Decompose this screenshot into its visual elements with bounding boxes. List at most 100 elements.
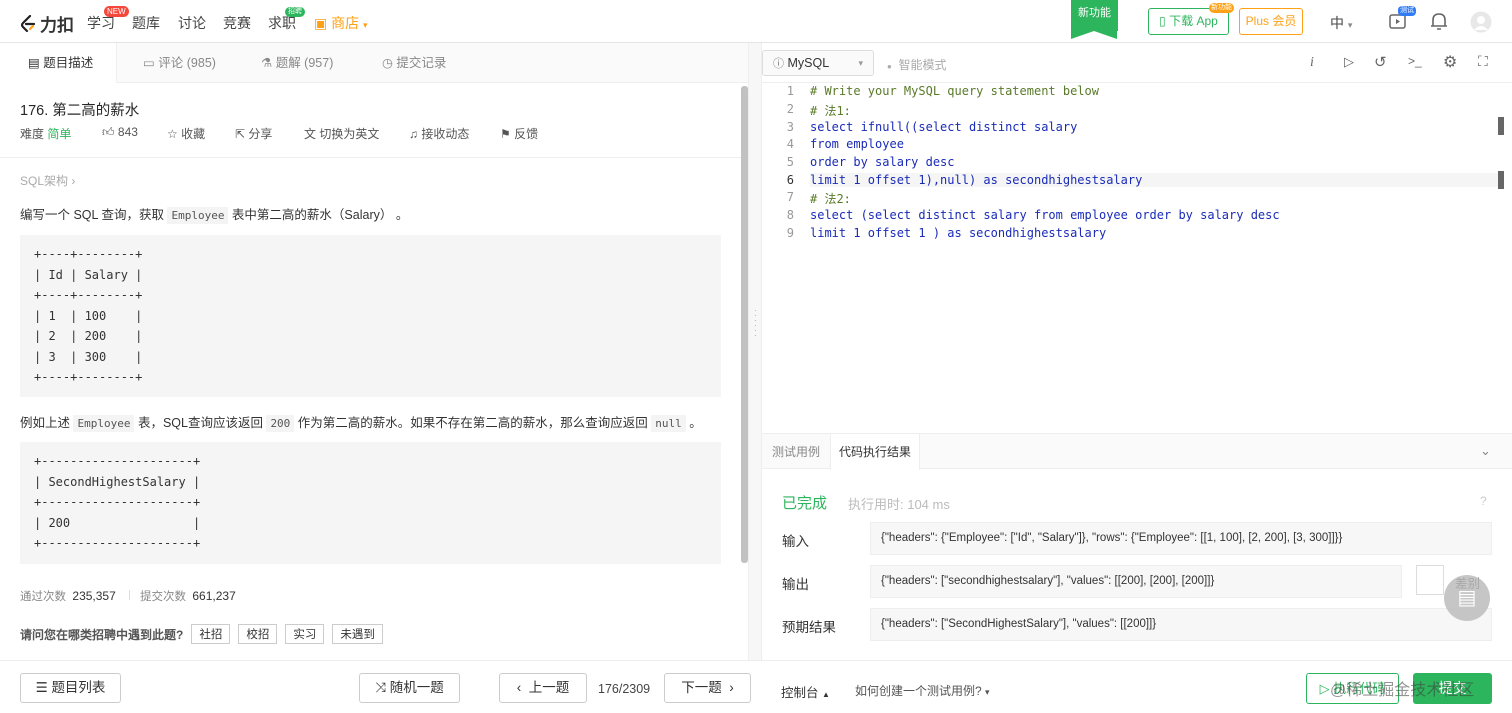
line-number: 5: [786, 155, 794, 169]
download-app-label: 下载 App: [1169, 14, 1218, 28]
nav-shop[interactable]: ▣ 商店 ▾: [314, 13, 368, 33]
avatar[interactable]: [1470, 11, 1492, 36]
chevron-down-icon[interactable]: ⌄: [1480, 443, 1491, 459]
download-app-button[interactable]: ▯ 下载 App 新功能: [1148, 3, 1234, 35]
favorite-button[interactable]: ☆ 收藏: [167, 125, 205, 142]
difficulty: 难度 简单: [20, 125, 71, 142]
code-line-active: limit 1 offset 1),null) as secondhighest…: [810, 173, 1498, 187]
explanation-text: 作为第二高的薪水。如果不存在第二高的薪水，那么查询应返回: [294, 416, 652, 430]
code-editor[interactable]: 1 2 3 4 5 6 7 8 9 # Write your MySQL que…: [762, 83, 1512, 433]
info-italic-icon[interactable]: i: [1310, 55, 1314, 71]
problem-list-button[interactable]: ☰ 题目列表: [20, 673, 121, 703]
language-select-value: MySQL: [787, 56, 830, 70]
explanation-text: 例如上述: [20, 416, 74, 430]
problem-title: 176. 第二高的薪水: [20, 103, 140, 119]
console-toggle[interactable]: 控制台 ▲: [781, 682, 830, 701]
line-number: 9: [786, 226, 794, 240]
note-icon: ▤: [1457, 587, 1477, 609]
input-label: 输入: [782, 534, 809, 549]
chevron-right-icon: ›: [729, 680, 734, 695]
notify-button[interactable]: ♫ 接收动态: [409, 125, 469, 142]
comment-icon: ▭: [143, 56, 155, 70]
bell-icon[interactable]: [1430, 11, 1448, 34]
line-number: 6: [786, 173, 794, 187]
switch-language-button[interactable]: 文 切换为英文: [304, 125, 379, 142]
submitted-label: 提交次数: [139, 591, 186, 603]
tab-submissions[interactable]: ◷ 提交记录: [382, 43, 446, 83]
gear-icon[interactable]: ⚙: [1443, 52, 1457, 72]
problem-description-panel: 176. 第二高的薪水 难度 简单 👍︎ 843 ☆ 收藏 ⇱ 分享 文 切换为…: [0, 83, 748, 660]
statement-text: 表中第二高的薪水（Salary） 。: [228, 208, 409, 222]
random-problem-button[interactable]: ⤨ 随机一题: [359, 673, 460, 703]
line-number: 4: [786, 137, 794, 151]
smart-mode-toggle[interactable]: ● 智能模式: [887, 56, 947, 73]
share-button[interactable]: ⇱ 分享: [235, 125, 272, 142]
nav-jobs[interactable]: 求职 招聘: [268, 7, 305, 33]
drag-handle-icon: · · · · · ·: [754, 306, 757, 340]
like-button[interactable]: 👍︎ 843: [102, 125, 138, 140]
code-line: # 法2:: [810, 192, 851, 206]
bell-icon: ♫: [409, 127, 418, 141]
floating-note-button[interactable]: ▤: [1444, 575, 1490, 621]
tab-comments[interactable]: ▭ 评论 (985): [143, 43, 216, 83]
playground-icon[interactable]: 测试: [1388, 6, 1416, 34]
survey-option-none[interactable]: 未遇到: [332, 624, 383, 644]
switch-language-label: 切换为英文: [319, 127, 380, 141]
prev-problem-button[interactable]: ‹ 上一题: [499, 673, 587, 703]
accepted-count: 235,357: [72, 589, 116, 603]
feedback-label: 反馈: [514, 127, 539, 141]
like-count: 843: [117, 125, 138, 139]
line-number: 7: [786, 190, 794, 204]
language-select[interactable]: ⓘ MySQL ▾: [762, 50, 874, 76]
flask-icon: ⚗: [261, 56, 273, 70]
runtime: 执行用时: 104 ms: [848, 497, 950, 512]
editor-scrollbar[interactable]: [1498, 117, 1504, 135]
clock-icon: ◷: [382, 56, 393, 70]
tab-description[interactable]: ▤ 题目描述: [0, 43, 117, 83]
language-selector[interactable]: 中 ▾: [1330, 13, 1352, 33]
chevron-down-icon: ▾: [363, 20, 368, 30]
tab-submissions-label: 提交记录: [396, 56, 447, 70]
panel-splitter[interactable]: · · · · · ·: [748, 43, 762, 660]
new-feature-ribbon[interactable]: 新功能: [1071, 0, 1118, 39]
survey-option-social[interactable]: 社招: [191, 624, 231, 644]
nav-learn[interactable]: 学习 NEW: [87, 6, 129, 33]
survey-option-campus[interactable]: 校招: [238, 624, 278, 644]
terminal-icon[interactable]: >_: [1408, 54, 1422, 68]
feedback-button[interactable]: ⚑ 反馈: [500, 125, 538, 142]
logo[interactable]: 力扣: [20, 11, 74, 36]
nav-shop-label: 商店: [331, 15, 360, 31]
console-label: 控制台: [781, 686, 819, 700]
reset-icon[interactable]: ↺: [1374, 53, 1387, 71]
tab-run-result[interactable]: 代码执行结果: [830, 434, 921, 470]
survey-option-intern[interactable]: 实习: [285, 624, 325, 644]
howto-testcase-link[interactable]: 如何创建一个测试用例? ▾: [855, 682, 990, 699]
help-icon[interactable]: ?: [1480, 494, 1487, 508]
tab-solutions[interactable]: ⚗ 题解 (957): [261, 43, 333, 83]
shop-icon: ▣: [314, 15, 328, 31]
plus-member-button[interactable]: Plus 会员: [1239, 8, 1303, 35]
shuffle-icon: ⤨: [375, 680, 387, 695]
code-line: select (select distinct salary from empl…: [810, 208, 1280, 222]
star-icon: ☆: [167, 127, 178, 141]
expected-label: 预期结果: [782, 620, 836, 635]
sql-schema-link[interactable]: SQL架构 ›: [20, 172, 75, 189]
editor-scrollbar-marker: [1498, 171, 1504, 189]
logo-text: 力扣: [40, 16, 74, 35]
nav-contest[interactable]: 竞赛: [223, 13, 251, 33]
tab-testcase[interactable]: 测试用例: [772, 434, 820, 470]
diff-toggle[interactable]: [1416, 565, 1444, 595]
line-number: 8: [786, 208, 794, 222]
next-problem-button[interactable]: 下一题 ›: [664, 673, 751, 703]
fullscreen-icon[interactable]: ⛶: [1478, 53, 1488, 70]
left-scrollbar[interactable]: [741, 86, 748, 563]
play-icon[interactable]: ▷: [1344, 54, 1354, 70]
nav-problems[interactable]: 题库: [132, 13, 160, 33]
expected-value: {"headers": ["SecondHighestSalary"], "va…: [870, 608, 1492, 641]
problem-list-label: 题目列表: [51, 680, 106, 695]
nav-discuss[interactable]: 讨论: [178, 13, 206, 33]
random-problem-label: 随机一题: [389, 680, 444, 695]
tab-solutions-label: 题解 (957): [275, 56, 334, 70]
code-line: # 法1:: [810, 104, 851, 118]
bottom-bar: ☰ 题目列表 ⤨ 随机一题 ‹ 上一题 176/2309 下一题 › 控制台 ▲…: [0, 660, 1512, 713]
